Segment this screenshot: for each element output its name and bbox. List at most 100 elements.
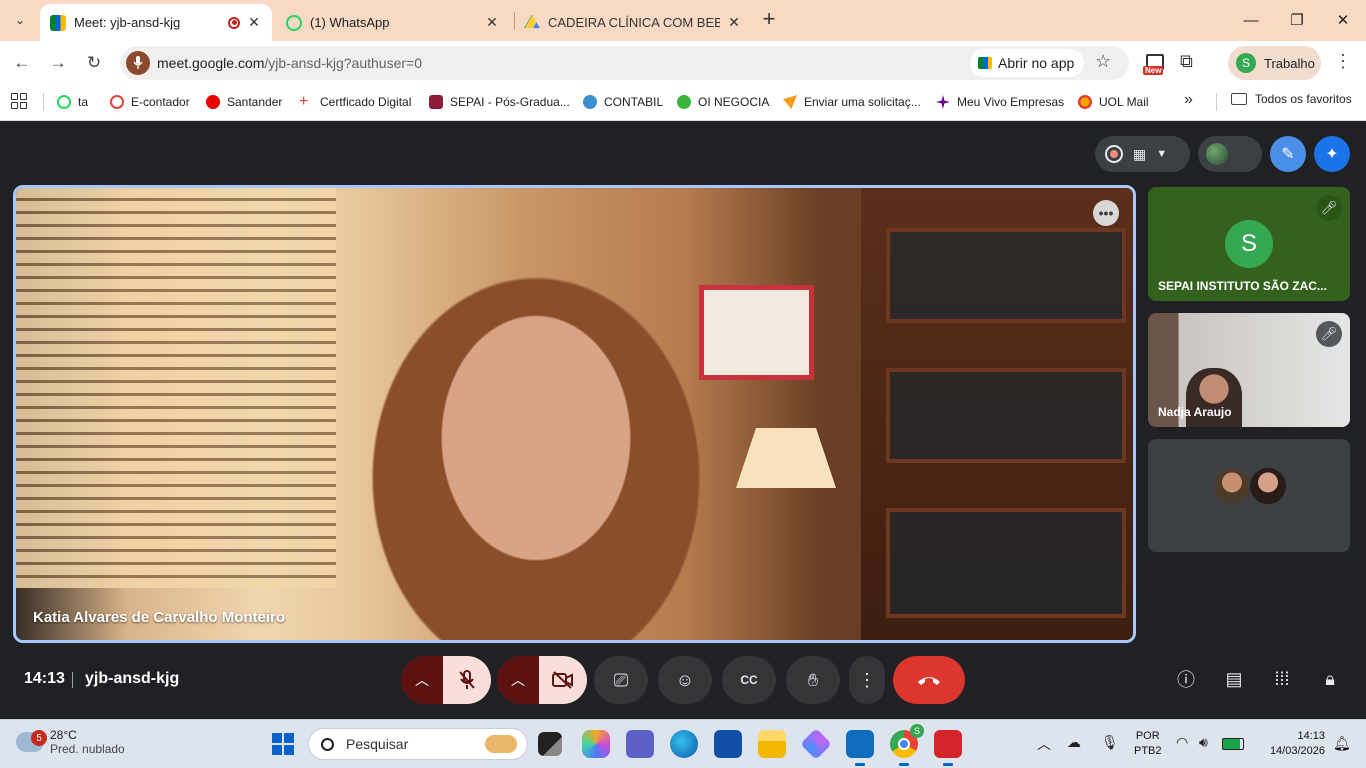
all-favorites-folder[interactable]: Todos os favoritos	[1231, 92, 1352, 106]
forward-icon[interactable]: →	[43, 48, 73, 78]
task-view-icon[interactable]	[538, 732, 562, 756]
bookmark-item[interactable]: Enviar uma solicitaç...	[783, 92, 921, 112]
oi-icon	[677, 95, 691, 109]
profile-button[interactable]: S Trabalho	[1228, 46, 1321, 80]
chrome-icon[interactable]: S	[890, 724, 924, 766]
minimize-icon[interactable]: —	[1228, 0, 1274, 40]
participant-name: Nadja Araujo	[1158, 405, 1232, 419]
close-tab-icon[interactable]: ✕	[484, 14, 500, 31]
google-meet-icon	[978, 57, 992, 69]
mic-off-icon[interactable]	[443, 656, 491, 704]
divider	[72, 672, 73, 688]
pdf-app-icon[interactable]	[934, 730, 962, 766]
bookmark-item[interactable]: SEPAI - Pós-Gradua...	[429, 92, 570, 112]
back-icon[interactable]: ←	[7, 48, 37, 78]
tab-search-chevron-icon[interactable]: ⌄	[6, 6, 34, 34]
battery-icon[interactable]	[1222, 738, 1244, 750]
input-language[interactable]: POR PTB2	[1134, 729, 1162, 759]
apps-grid-icon[interactable]	[11, 93, 27, 109]
audio-options-chevron-icon[interactable]: ︿	[401, 656, 443, 704]
copilot-icon[interactable]	[582, 730, 610, 758]
taskbar-search[interactable]: Pesquisar	[308, 728, 528, 760]
store-icon[interactable]	[714, 730, 742, 758]
bookmark-item[interactable]: Santander	[206, 92, 282, 112]
bookmark-item[interactable]: UOL Mail	[1078, 92, 1149, 112]
participant-tile[interactable]: S 🎤︎ SEPAI INSTITUTO SÃO ZAC...	[1148, 187, 1350, 301]
tab-whatsapp[interactable]: (1) WhatsApp ✕	[276, 4, 510, 41]
activities-grid-icon[interactable]: ⁞⁞⁞	[1266, 663, 1298, 695]
wifi-icon[interactable]: ◠	[1176, 734, 1188, 751]
chat-icon[interactable]: ▤	[1218, 663, 1250, 695]
bookmark-item[interactable]: + Certficado Digital	[299, 92, 411, 112]
more-options-icon[interactable]: ⋮	[849, 656, 885, 704]
mic-off-icon: 🎤︎	[1316, 321, 1342, 347]
open-in-app-button[interactable]: Abrir no app	[970, 49, 1085, 77]
more-options-icon[interactable]: •••	[1093, 200, 1119, 226]
more-bookmarks-icon[interactable]: »	[1184, 91, 1193, 109]
leave-call-button[interactable]	[893, 656, 965, 704]
bookmark-label: ta	[78, 95, 89, 109]
taskbar: 5 28°C Pred. nublado Pesquisar S ︿ ☁︎ 🎙︎…	[0, 719, 1366, 768]
edge-icon[interactable]	[670, 730, 698, 758]
microphone-in-use-icon[interactable]	[126, 51, 150, 75]
onedrive-cloud-icon[interactable]: ☁︎	[1067, 734, 1081, 751]
reload-icon[interactable]: ↻	[79, 48, 109, 78]
recording-controls[interactable]: ▦ ▼	[1095, 136, 1190, 172]
teams-icon[interactable]	[626, 730, 654, 758]
extensions-puzzle-icon[interactable]: ⧉	[1180, 51, 1193, 72]
emoji-reactions-icon[interactable]: ☺	[658, 656, 712, 704]
video-options-chevron-icon[interactable]: ︿	[497, 656, 539, 704]
folder-icon	[1231, 93, 1247, 105]
participant-tile[interactable]: 🎤︎ Nadja Araujo	[1148, 313, 1350, 427]
vivo-icon	[936, 95, 950, 109]
address-bar[interactable]: meet.google.com/yjb-ansd-kjg?authuser=0 …	[120, 46, 1129, 80]
recording-icon	[228, 16, 240, 29]
outlook-icon[interactable]	[846, 730, 874, 766]
chevron-down-icon: ▼	[1156, 148, 1168, 160]
weather-widget[interactable]: 5 28°C Pred. nublado	[16, 728, 125, 756]
show-hidden-icons-chevron-icon[interactable]: ︿	[1037, 734, 1051, 754]
copilot-app-icon[interactable]	[800, 728, 832, 760]
bookmark-item[interactable]: Meu Vivo Empresas	[936, 92, 1064, 112]
bookmark-star-icon[interactable]: ☆	[1095, 51, 1111, 72]
pen-edit-icon[interactable]: ✎	[1270, 136, 1306, 172]
gemini-sparkle-icon[interactable]: ✦	[1314, 136, 1350, 172]
recording-indicator-icon	[1105, 145, 1123, 163]
bookmark-label: Certficado Digital	[320, 95, 412, 109]
present-screen-icon[interactable]: ⎚	[594, 656, 648, 704]
close-tab-icon[interactable]: ✕	[726, 14, 742, 31]
meeting-time: 14:13	[24, 670, 65, 687]
windows-start-icon[interactable]	[272, 733, 294, 755]
raise-hand-icon[interactable]: ✋︎	[786, 656, 840, 704]
meeting-info-icon[interactable]: ⓘ	[1170, 663, 1202, 695]
other-participants-tile[interactable]	[1148, 439, 1350, 552]
main-video-tile[interactable]: ••• Katia Alvares de Carvalho Monteiro	[13, 185, 1136, 643]
tab-drive[interactable]: CADEIRA CLÍNICA COM BEBÊS : ✕	[514, 4, 752, 41]
host-controls-lock-icon[interactable]: 🔒︎	[1314, 663, 1346, 695]
close-window-icon[interactable]: ✕	[1320, 0, 1366, 40]
bookmark-item[interactable]: E-contador	[110, 92, 190, 112]
new-tab-icon[interactable]: +	[758, 8, 780, 32]
tab-meet[interactable]: Meet: yjb-ansd-kjg ✕	[40, 4, 272, 41]
browser-menu-icon[interactable]: ⋮	[1334, 51, 1352, 72]
bookmark-label: Meu Vivo Empresas	[957, 95, 1065, 109]
bookmark-item[interactable]: OI NEGOCIA	[677, 92, 769, 112]
bookmark-label: Santander	[227, 95, 283, 109]
captions-icon[interactable]: CC	[722, 656, 776, 704]
uol-icon	[1078, 95, 1092, 109]
camera-off-icon[interactable]	[539, 656, 587, 704]
clock-date[interactable]: 14:13 14/03/2026	[1255, 729, 1325, 759]
bookmark-label: UOL Mail	[1099, 95, 1149, 109]
participant-avatar	[1248, 466, 1288, 506]
url-text[interactable]: meet.google.com/yjb-ansd-kjg?authuser=0	[157, 55, 422, 71]
extension-new-icon[interactable]: New	[1143, 54, 1167, 76]
restore-icon[interactable]: ❐	[1274, 0, 1320, 40]
file-explorer-icon[interactable]	[758, 730, 786, 758]
bookmark-item[interactable]: ta	[57, 92, 88, 112]
participants-preview[interactable]	[1198, 136, 1262, 172]
volume-icon[interactable]: 🔊︎	[1199, 734, 1208, 751]
notifications-bell-icon[interactable]: 🔔︎	[1333, 735, 1351, 752]
close-tab-icon[interactable]: ✕	[246, 14, 262, 31]
bookmark-item[interactable]: CONTABIL	[583, 92, 663, 112]
microphone-icon[interactable]: 🎙︎	[1101, 734, 1119, 751]
